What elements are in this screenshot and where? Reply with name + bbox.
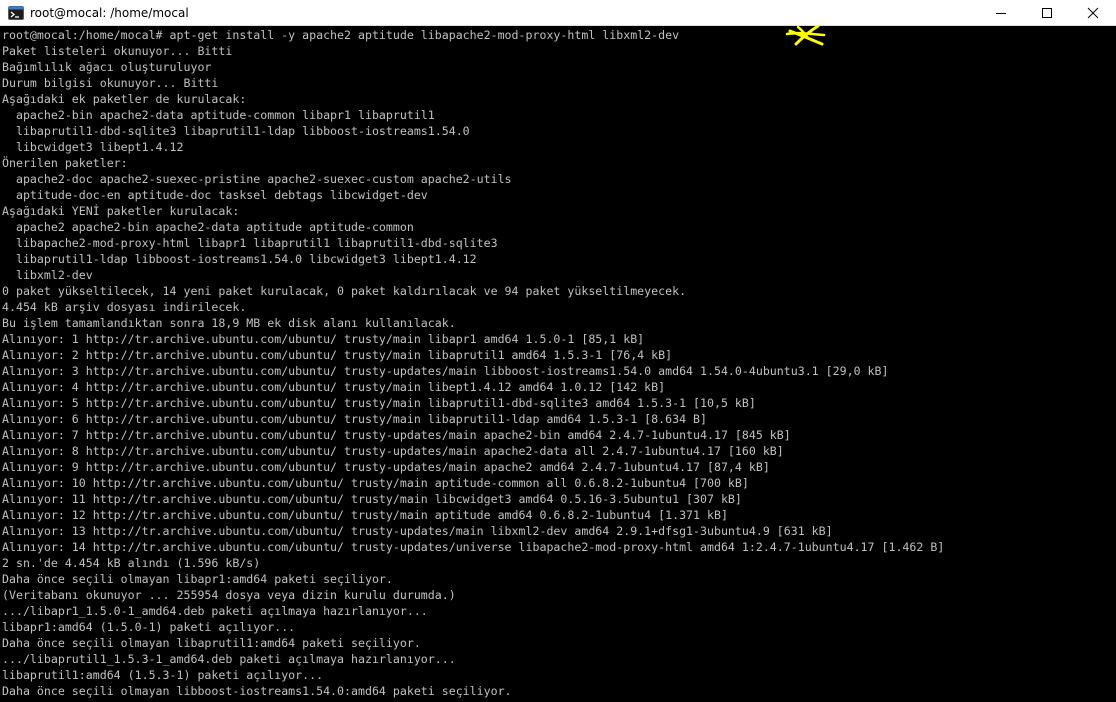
terminal-line: Alınıyor: 1 http://tr.archive.ubuntu.com… (2, 332, 645, 346)
terminal-line: Alınıyor: 10 http://tr.archive.ubuntu.co… (2, 476, 749, 490)
terminal-output[interactable]: root@mocal:/home/mocal# apt-get install … (0, 27, 1116, 702)
terminal-line: Alınıyor: 9 http://tr.archive.ubuntu.com… (2, 460, 770, 474)
terminal-line: (Veritabanı okunuyor ... 255954 dosya ve… (2, 588, 456, 602)
terminal-line: libaprutil1-ldap libboost-iostreams1.54.… (2, 252, 477, 266)
terminal-line: Aşağıdaki YENİ paketler kurulacak: (2, 204, 240, 218)
terminal-line: Bu işlem tamamlandıktan sonra 18,9 MB ek… (2, 316, 456, 330)
terminal-line: Alınıyor: 7 http://tr.archive.ubuntu.com… (2, 428, 791, 442)
window-title: root@mocal: /home/mocal (30, 5, 189, 20)
terminal-line: aptitude-doc-en aptitude-doc tasksel deb… (2, 188, 428, 202)
terminal-line: Paket listeleri okunuyor... Bitti (2, 44, 233, 58)
terminal-line: Alınıyor: 2 http://tr.archive.ubuntu.com… (2, 348, 673, 362)
terminal-line: Daha önce seçili olmayan libapr1:amd64 p… (2, 572, 393, 586)
terminal-line: Aşağıdaki ek paketler de kurulacak: (2, 92, 247, 106)
terminal-line: Alınıyor: 5 http://tr.archive.ubuntu.com… (2, 396, 756, 410)
minimize-button[interactable] (978, 0, 1024, 26)
terminal-line: Alınıyor: 13 http://tr.archive.ubuntu.co… (2, 524, 833, 538)
terminal-line: Daha önce seçili olmayan libboost-iostre… (2, 684, 512, 698)
terminal-window: root@mocal: /home/mocal root@mocal:/home… (0, 0, 1116, 702)
terminal-line: 4.454 kB arşiv dosyası indirilecek. (2, 300, 247, 314)
terminal-line: libapache2-mod-proxy-html libapr1 libapr… (2, 236, 498, 250)
terminal-line: Alınıyor: 6 http://tr.archive.ubuntu.com… (2, 412, 707, 426)
terminal-icon (8, 5, 24, 20)
terminal-line: libxml2-dev (2, 268, 93, 282)
terminal-line: apache2-bin apache2-data aptitude-common… (2, 108, 435, 122)
terminal-line: libaprutil1-dbd-sqlite3 libaprutil1-ldap… (2, 124, 470, 138)
maximize-button[interactable] (1024, 0, 1070, 26)
terminal-lines: root@mocal:/home/mocal# apt-get install … (0, 27, 1116, 699)
title-bar[interactable]: root@mocal: /home/mocal (0, 0, 1116, 26)
terminal-line: apache2 apache2-bin apache2-data aptitud… (2, 220, 414, 234)
terminal-line: apache2-doc apache2-suexec-pristine apac… (2, 172, 512, 186)
terminal-line: libaprutil1:amd64 (1.5.3-1) paketi açılı… (2, 668, 324, 682)
terminal-line: Alınıyor: 8 http://tr.archive.ubuntu.com… (2, 444, 784, 458)
maximize-icon (1042, 8, 1052, 18)
terminal-line: Durum bilgisi okunuyor... Bitti (2, 76, 219, 90)
terminal-line: Önerilen paketler: (2, 156, 128, 170)
terminal-line: Alınıyor: 12 http://tr.archive.ubuntu.co… (2, 508, 728, 522)
terminal-line: 0 paket yükseltilecek, 14 yeni paket kur… (2, 284, 687, 298)
window-controls (978, 0, 1116, 26)
terminal-line: 2 sn.'de 4.454 kB alındı (1.596 kB/s) (2, 556, 261, 570)
terminal-line: libcwidget3 libept1.4.12 (2, 140, 184, 154)
terminal-line: Daha önce seçili olmayan libaprutil1:amd… (2, 636, 421, 650)
terminal-line: Bağımlılık ağacı oluşturuluyor (2, 60, 212, 74)
close-button[interactable] (1070, 0, 1116, 26)
terminal-line: Alınıyor: 4 http://tr.archive.ubuntu.com… (2, 380, 666, 394)
minimize-icon (996, 13, 1006, 14)
terminal-line: Alınıyor: 14 http://tr.archive.ubuntu.co… (2, 540, 945, 554)
terminal-line: root@mocal:/home/mocal# apt-get install … (2, 28, 680, 42)
terminal-line: libapr1:amd64 (1.5.0-1) paketi açılıyor.… (2, 620, 296, 634)
terminal-line: Alınıyor: 11 http://tr.archive.ubuntu.co… (2, 492, 742, 506)
terminal-line: .../libaprutil1_1.5.3-1_amd64.deb paketi… (2, 652, 456, 666)
close-icon (1087, 7, 1099, 19)
terminal-line: .../libapr1_1.5.0-1_amd64.deb paketi açı… (2, 604, 428, 618)
terminal-line: Alınıyor: 3 http://tr.archive.ubuntu.com… (2, 364, 889, 378)
